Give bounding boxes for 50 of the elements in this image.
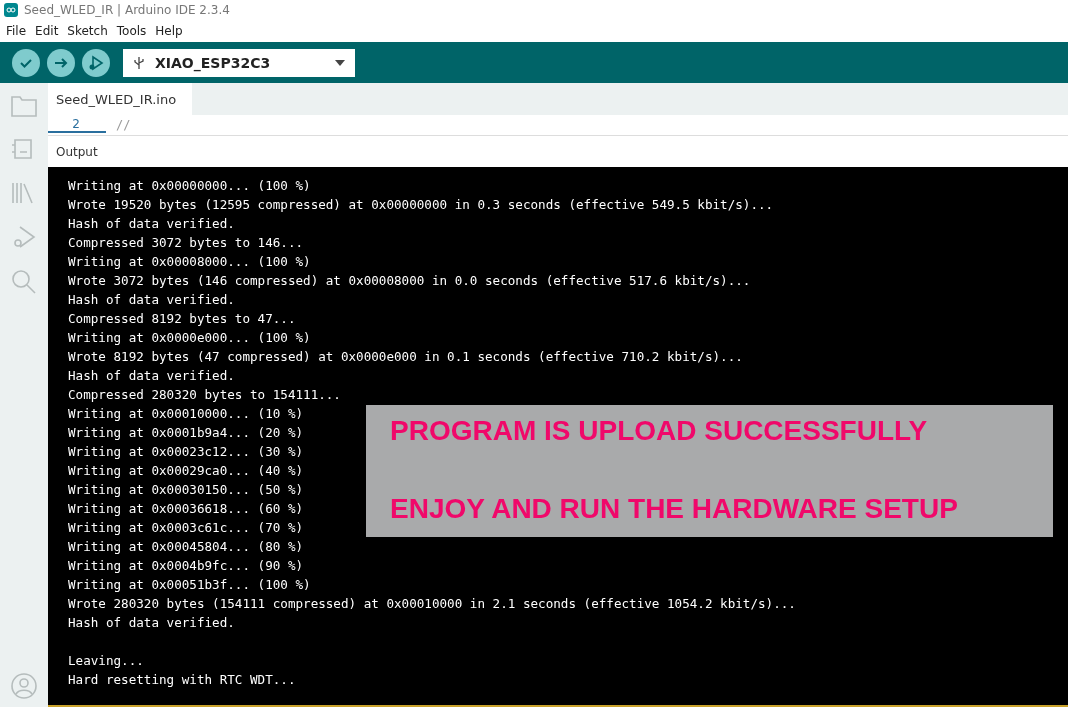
app-logo-icon [4,3,18,17]
usb-icon [133,55,145,70]
output-line: Wrote 8192 bytes (47 compressed) at 0x0000e000 in 0.1 seconds (effective 710.2 kbit/s)... [68,348,743,366]
debug-icon [87,53,105,72]
output-line: Compressed 280320 bytes to 154111... [68,386,341,404]
output-line: Compressed 8192 bytes to 47... [68,310,296,328]
menu-item[interactable]: Edit [35,24,59,38]
search-icon[interactable] [11,269,37,295]
output-line: Writing at 0x00036618... (60 %) [68,500,304,518]
menu-item[interactable]: Sketch [67,24,108,38]
output-line: Writing at 0x00029ca0... (40 %) [68,462,304,480]
output-line: Hard resetting with RTC WDT... [68,671,296,689]
code-line: // [115,118,131,132]
output-line: Writing at 0x0000e000... (100 %) [68,329,311,347]
output-line: Wrote 19520 bytes (12595 compressed) at 0x00000000 in 0.3 seconds (effective 549.5 kbit/s)... [68,196,774,214]
banner-text: PROGRAM IS UPLOAD SUCCESSFULLY [390,415,929,447]
output-line: Leaving... [68,652,144,670]
menu-item[interactable]: Tools [116,24,147,38]
output-line: Writing at 0x0001b9a4... (20 %) [68,424,304,442]
output-line: Hash of data verified. [68,367,235,385]
output-line: Hash of data verified. [68,215,235,233]
menu-item[interactable]: File [6,24,27,38]
output-title: Output [56,144,98,159]
output-line: Writing at 0x00045804... (80 %) [68,538,304,556]
output-line: Writing at 0x00030150... (50 %) [68,481,304,499]
user-icon[interactable] [11,673,37,699]
output-line: Wrote 280320 bytes (154111 compressed) at 0x00010000 in 2.1 seconds (effective 1054.2 kbit/s)... [68,595,796,613]
output-line: Writing at 0x0003c61c... (70 %) [68,519,304,537]
output-line: Writing at 0x00008000... (100 %) [68,253,311,271]
output-line: Writing at 0x00010000... (10 %) [68,405,304,423]
output-line: Writing at 0x0004b9fc... (90 %) [68,557,304,575]
menu-item[interactable]: Help [155,24,183,38]
banner-text: ENJOY AND RUN THE HARDWARE SETUP [390,493,959,525]
output-line: Hash of data verified. [68,291,235,309]
upload-button[interactable] [47,48,75,77]
output-line: Compressed 3072 bytes to 146... [68,234,304,252]
debug-icon[interactable] [11,225,37,249]
output-line: Writing at 0x00000000... (100 %) [68,177,311,195]
output-line: Hash of data verified. [68,614,235,632]
window-title: Seed_WLED_IR | Arduino IDE 2.3.4 [24,3,230,17]
debug-button[interactable] [82,48,110,77]
output-line: Writing at 0x00023c12... (30 %) [68,443,304,461]
folder-icon[interactable] [11,95,37,117]
file-tab[interactable]: Seed_WLED_IR.ino [48,83,193,115]
caret-icon [335,59,345,66]
output-line: Wrote 3072 bytes (146 compressed) at 0x00008000 in 0.0 seconds (effective 517.6 kbit/s)... [68,272,751,290]
verify-button[interactable] [12,48,40,77]
board-selector[interactable]: XIAO_ESP32C3 [123,48,355,77]
line-number: 2 [48,117,106,133]
output-line: Writing at 0x00051b3f... (100 %) [68,576,311,594]
